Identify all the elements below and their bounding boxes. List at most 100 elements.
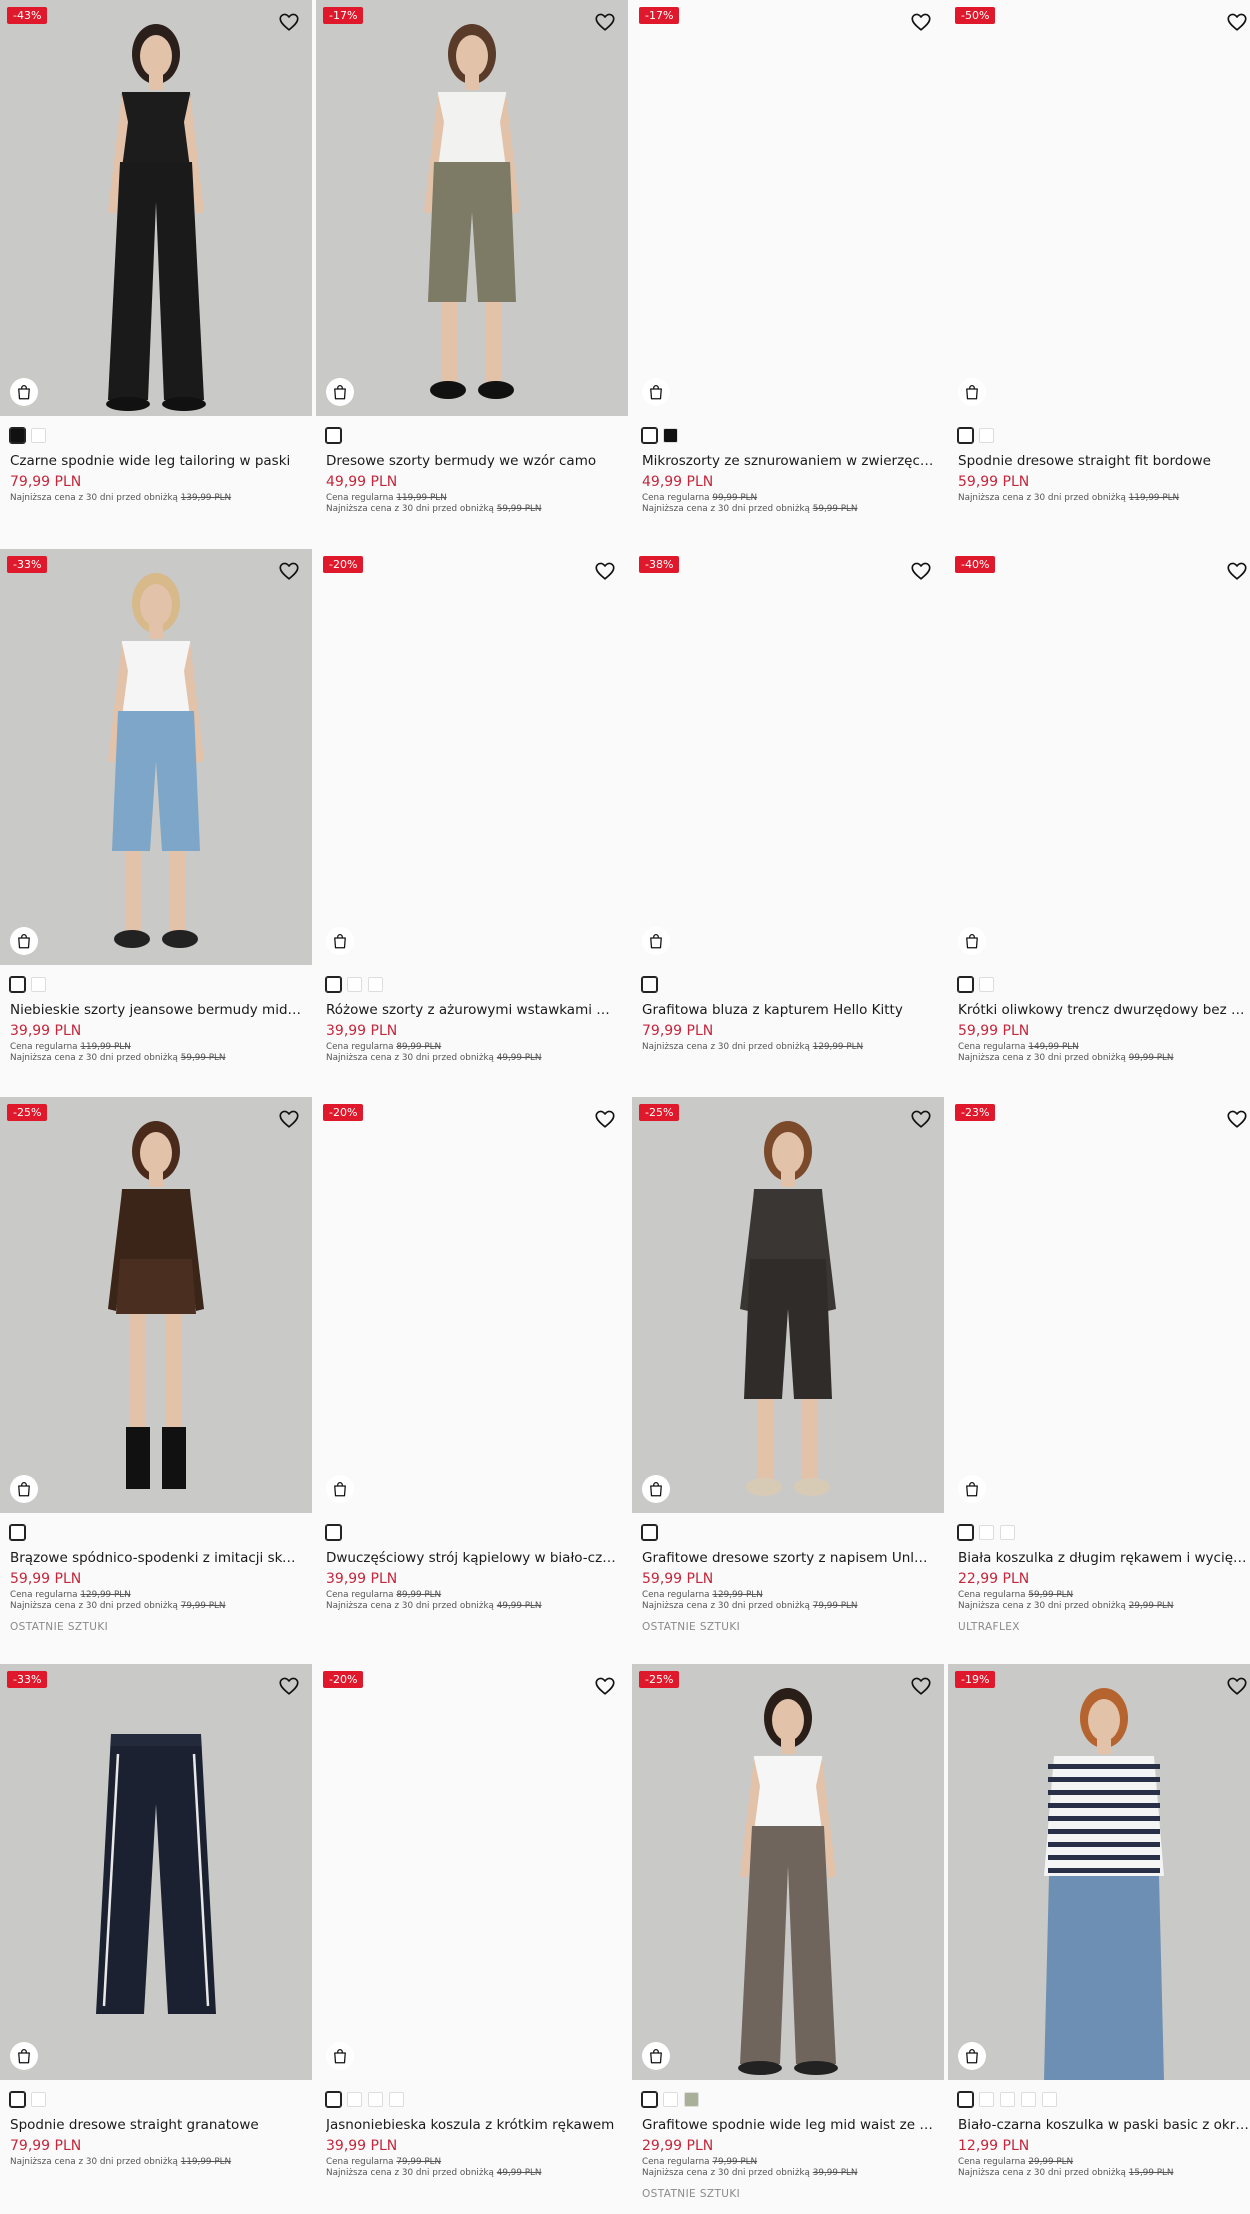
heart-icon[interactable]: [278, 1675, 300, 1697]
color-swatch[interactable]: [368, 2091, 383, 2107]
product-card[interactable]: -20% Różowe szorty z ażurowymi wstawkami …: [316, 549, 628, 1063]
color-swatch[interactable]: [325, 1523, 342, 1541]
product-card[interactable]: -17% Mikroszorty ze sznurowaniem w zwierz…: [632, 0, 944, 514]
product-name[interactable]: Jasnoniebieska koszula z krótkim rękawem: [326, 2117, 618, 2133]
heart-icon[interactable]: [910, 560, 932, 582]
product-name[interactable]: Krótki oliwkowy trencz dwurzędowy bez po…: [958, 1002, 1250, 1018]
product-image[interactable]: -25%: [0, 1097, 312, 1513]
color-swatch[interactable]: [979, 976, 994, 992]
heart-icon[interactable]: [910, 1108, 932, 1130]
product-name[interactable]: Grafitowe dresowe szorty z napisem Unlea…: [642, 1550, 934, 1566]
color-swatch[interactable]: [1021, 2091, 1036, 2107]
color-swatch[interactable]: [641, 975, 658, 993]
product-image[interactable]: -33%: [0, 1664, 312, 2080]
color-swatch[interactable]: [979, 427, 994, 443]
shopping-bag-icon[interactable]: [10, 1475, 38, 1503]
heart-icon[interactable]: [594, 1675, 616, 1697]
shopping-bag-icon[interactable]: [642, 927, 670, 955]
color-swatch[interactable]: [641, 426, 658, 444]
color-swatch[interactable]: [641, 2090, 658, 2108]
color-swatch[interactable]: [1042, 2091, 1057, 2107]
product-name[interactable]: Brązowe spódnico-spodenki z imitacji skó…: [10, 1550, 302, 1566]
product-card[interactable]: -40% Krótki oliwkowy trencz dwurzędowy be…: [948, 549, 1250, 1063]
shopping-bag-icon[interactable]: [642, 1475, 670, 1503]
color-swatch[interactable]: [325, 975, 342, 993]
shopping-bag-icon[interactable]: [326, 927, 354, 955]
heart-icon[interactable]: [1226, 11, 1248, 33]
heart-icon[interactable]: [594, 560, 616, 582]
product-card[interactable]: -19% Biało-czarna koszulka w paski basic …: [948, 1664, 1250, 2178]
shopping-bag-icon[interactable]: [958, 1475, 986, 1503]
shopping-bag-icon[interactable]: [958, 378, 986, 406]
heart-icon[interactable]: [594, 1108, 616, 1130]
heart-icon[interactable]: [1226, 1108, 1248, 1130]
product-image[interactable]: -38%: [632, 549, 944, 965]
product-card[interactable]: -38% Grafitowa bluza z kapturem Hello Kit…: [632, 549, 944, 1052]
color-swatch[interactable]: [368, 976, 383, 992]
color-swatch[interactable]: [979, 1524, 994, 1540]
product-image[interactable]: -20%: [316, 549, 628, 965]
color-swatch[interactable]: [9, 1523, 26, 1541]
shopping-bag-icon[interactable]: [10, 927, 38, 955]
shopping-bag-icon[interactable]: [326, 378, 354, 406]
product-name[interactable]: Mikroszorty ze sznurowaniem w zwierzęcy …: [642, 453, 934, 469]
product-name[interactable]: Spodnie dresowe straight granatowe: [10, 2117, 302, 2133]
color-swatch[interactable]: [389, 2091, 404, 2107]
color-swatch[interactable]: [9, 975, 26, 993]
product-name[interactable]: Dresowe szorty bermudy we wzór camo: [326, 453, 618, 469]
product-name[interactable]: Grafitowe spodnie wide leg mid waist ze …: [642, 2117, 934, 2133]
product-name[interactable]: Biało-czarna koszulka w paski basic z ok…: [958, 2117, 1250, 2133]
product-card[interactable]: -20% Jasnoniebieska koszula z krótkim ręk…: [316, 1664, 628, 2178]
product-card[interactable]: -23% Biała koszulka z długim rękawem i wy…: [948, 1097, 1250, 1633]
color-swatch[interactable]: [957, 975, 974, 993]
product-name[interactable]: Biała koszulka z długim rękawem i wycięc…: [958, 1550, 1250, 1566]
color-swatch[interactable]: [31, 427, 46, 443]
product-card[interactable]: -20% Dwuczęściowy strój kąpielowy w biało…: [316, 1097, 628, 1611]
product-card[interactable]: -25% Grafitowe spodnie wide leg mid waist…: [632, 1664, 944, 2200]
color-swatch[interactable]: [641, 1523, 658, 1541]
color-swatch[interactable]: [325, 2090, 342, 2108]
product-card[interactable]: -17% Dresowe szorty bermudy we wzór camo 4…: [316, 0, 628, 514]
heart-icon[interactable]: [278, 1108, 300, 1130]
color-swatch[interactable]: [9, 2090, 26, 2108]
product-image[interactable]: -20%: [316, 1664, 628, 2080]
product-card[interactable]: -43% Czarne spodnie wide leg tailoring w …: [0, 0, 312, 503]
product-name[interactable]: Czarne spodnie wide leg tailoring w pask…: [10, 453, 302, 469]
shopping-bag-icon[interactable]: [326, 1475, 354, 1503]
shopping-bag-icon[interactable]: [958, 2042, 986, 2070]
product-card[interactable]: -50% Spodnie dresowe straight fit bordowe…: [948, 0, 1250, 503]
color-swatch[interactable]: [325, 426, 342, 444]
color-swatch[interactable]: [663, 427, 678, 443]
color-swatch[interactable]: [1000, 2091, 1015, 2107]
product-image[interactable]: -43%: [0, 0, 312, 416]
product-name[interactable]: Różowe szorty z ażurowymi wstawkami mid …: [326, 1002, 618, 1018]
product-image[interactable]: -25%: [632, 1097, 944, 1513]
heart-icon[interactable]: [910, 1675, 932, 1697]
heart-icon[interactable]: [1226, 560, 1248, 582]
product-image[interactable]: -40%: [948, 549, 1250, 965]
color-swatch[interactable]: [663, 2091, 678, 2107]
product-card[interactable]: -25% Brązowe spódnico-spodenki z imitacji…: [0, 1097, 312, 1633]
color-swatch[interactable]: [31, 976, 46, 992]
color-swatch[interactable]: [957, 1523, 974, 1541]
color-swatch[interactable]: [979, 2091, 994, 2107]
shopping-bag-icon[interactable]: [642, 2042, 670, 2070]
product-card[interactable]: -33% Niebieskie szorty jeansowe bermudy m…: [0, 549, 312, 1063]
heart-icon[interactable]: [278, 560, 300, 582]
color-swatch[interactable]: [347, 2091, 362, 2107]
product-image[interactable]: -23%: [948, 1097, 1250, 1513]
product-card[interactable]: -33% Spodnie dresowe straight granatowe 79…: [0, 1664, 312, 2167]
product-name[interactable]: Niebieskie szorty jeansowe bermudy mid w…: [10, 1002, 302, 1018]
heart-icon[interactable]: [278, 11, 300, 33]
product-image[interactable]: -20%: [316, 1097, 628, 1513]
product-image[interactable]: -25%: [632, 1664, 944, 2080]
product-image[interactable]: -17%: [632, 0, 944, 416]
product-image[interactable]: -17%: [316, 0, 628, 416]
product-card[interactable]: -25% Grafitowe dresowe szorty z napisem U…: [632, 1097, 944, 1633]
shopping-bag-icon[interactable]: [958, 927, 986, 955]
product-name[interactable]: Spodnie dresowe straight fit bordowe: [958, 453, 1250, 469]
color-swatch[interactable]: [957, 2090, 974, 2108]
color-swatch[interactable]: [347, 976, 362, 992]
shopping-bag-icon[interactable]: [642, 378, 670, 406]
color-swatch[interactable]: [31, 2091, 46, 2107]
